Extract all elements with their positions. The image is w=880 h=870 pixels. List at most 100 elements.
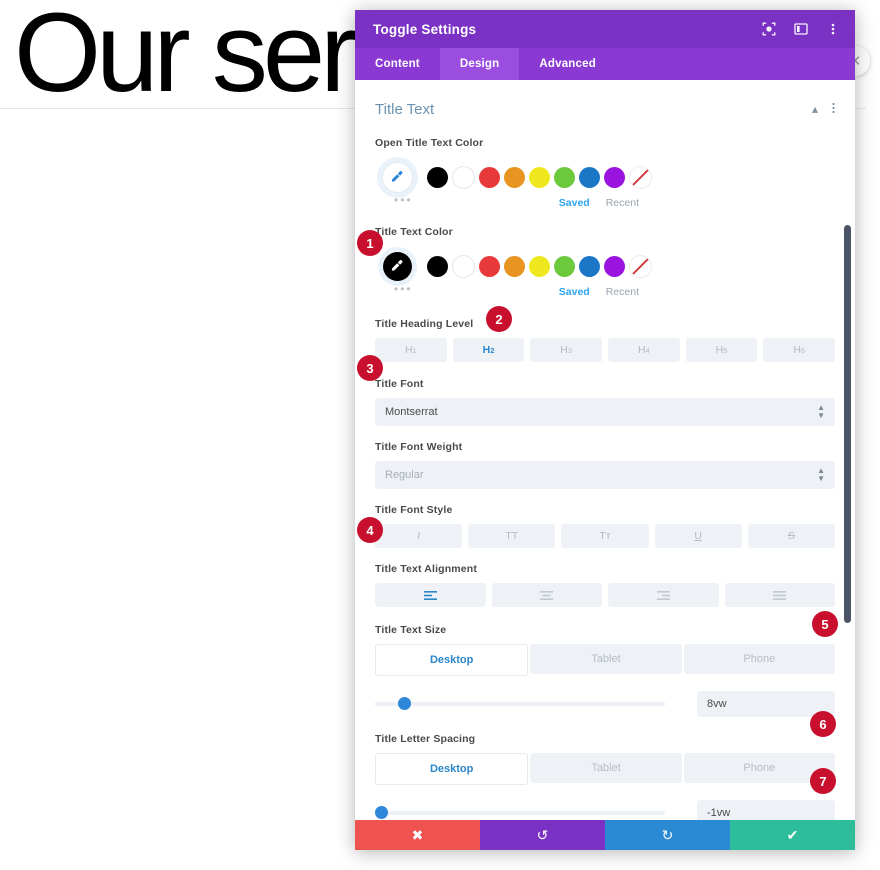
swatch-green[interactable] [554,166,575,188]
ellipsis-icon[interactable]: ••• [394,283,413,295]
saved-link[interactable]: Saved [559,197,590,209]
h3-label: H [560,344,568,356]
undo-button[interactable]: ↺ [480,820,605,850]
swatch-yellow[interactable] [529,255,550,277]
h2-sub: 2 [490,345,495,355]
vertical-scrollbar[interactable] [844,80,851,820]
recent-link[interactable]: Recent [606,197,639,209]
device-tab-desktop[interactable]: Desktop [375,753,529,785]
chevron-up-icon[interactable]: ▴ [812,102,818,116]
settings-scroll-area: Title Text ▴ Open Title Text Color ••• S… [355,80,855,820]
field-title-font: Title Font Montserrat ▲ ▼ [375,378,835,426]
ellipsis-icon[interactable]: ••• [394,194,413,206]
tab-advanced[interactable]: Advanced [519,48,616,80]
heading-level-h6[interactable]: H6 [763,338,836,362]
align-right-button[interactable] [608,583,719,607]
title-font-weight-select[interactable]: Regular ▲ ▼ [375,461,835,489]
swatch-purple[interactable] [604,255,625,277]
eyedropper-button[interactable] [375,157,419,197]
strikethrough-button[interactable]: S [747,524,836,548]
scrollbar-thumb[interactable] [844,225,851,623]
device-tab-tablet[interactable]: Tablet [530,644,682,674]
section-title-text: Title Text ▴ [375,80,835,128]
align-center-button[interactable] [491,583,602,607]
swatch-red[interactable] [479,255,500,277]
h1-label: H [404,344,413,356]
field-label: Title Letter Spacing [375,733,476,745]
swatch-orange[interactable] [504,255,525,277]
swatch-none[interactable] [629,254,652,278]
heading-level-h2[interactable]: H2 [452,338,525,362]
swatch-red[interactable] [479,166,500,188]
heading-level-h4[interactable]: H4 [608,338,680,362]
italic-button[interactable]: I [375,524,463,548]
field-label: Title Text Alignment [375,563,477,575]
swatch-green[interactable] [554,255,575,277]
tab-design[interactable]: Design [439,48,520,80]
field-title-font-style: Title Font Style I TT Tᴛ U S [375,504,836,548]
h1-sub: 1 [412,345,417,355]
device-tab-phone[interactable]: Phone [683,644,835,674]
heading-level-h3[interactable]: H3 [530,338,603,362]
h4-label: H [637,344,646,356]
save-button[interactable]: ✔ [730,820,855,850]
swatch-purple[interactable] [604,166,625,188]
swatch-none[interactable] [629,165,652,189]
kebab-menu-icon[interactable] [832,102,835,117]
recent-link[interactable]: Recent [606,286,639,298]
field-title-text-alignment: Title Text Alignment [375,563,835,607]
underline-button[interactable]: U [654,524,742,548]
saved-link[interactable]: Saved [559,286,590,298]
eyedropper-button[interactable] [375,246,419,286]
swatch-orange[interactable] [504,166,525,188]
swatch-white[interactable] [452,254,475,278]
font-style-group: I TT Tᴛ U S [375,524,836,548]
modal-title: Toggle Settings [373,21,477,37]
field-label: Title Font Style [375,504,453,516]
uppercase-button[interactable]: TT [468,524,556,548]
color-meta-row: Saved Recent [375,194,835,212]
kebab-menu-icon[interactable] [825,21,841,37]
letter-spacing-slider[interactable] [375,804,665,820]
device-tab-desktop[interactable]: Desktop [375,644,529,676]
title-font-value: Montserrat [385,406,438,418]
h6-label: H [793,344,801,356]
focus-target-icon[interactable] [761,21,777,37]
annotation-badge-1: 1 [357,230,383,256]
capitalize-button[interactable]: Tᴛ [561,524,649,548]
slider-knob[interactable] [375,806,388,819]
color-meta-row: Saved Recent [375,283,835,301]
align-justify-button[interactable] [724,583,835,607]
color-swatch-row [375,246,835,286]
swatch-blue[interactable] [579,255,600,277]
field-open-title-text-color: Open Title Text Color ••• Saved Recent [375,137,835,212]
panel-layout-icon[interactable] [793,21,809,37]
modal-body: Title Text ▴ Open Title Text Color ••• S… [355,80,855,820]
redo-button[interactable]: ↻ [605,820,730,850]
swatch-white[interactable] [452,165,475,189]
field-title-heading-level: Title Heading Level H1 H2 H3 H4 H5 H6 [375,318,836,362]
field-label: Title Heading Level [375,318,474,330]
swatch-black[interactable] [427,166,448,188]
modal-footer: ✖ ↺ ↻ ✔ [355,820,855,850]
heading-level-h5[interactable]: H5 [685,338,758,362]
align-left-button[interactable] [375,583,486,607]
device-tab-tablet[interactable]: Tablet [530,753,682,783]
tab-content[interactable]: Content [355,48,440,80]
slider-knob[interactable] [398,697,412,710]
cancel-button[interactable]: ✖ [355,820,480,850]
title-font-select[interactable]: Montserrat ▲ ▼ [375,398,835,426]
letter-spacing-input[interactable]: -1vw [697,800,835,820]
swatch-blue[interactable] [579,166,600,188]
heading-level-h1[interactable]: H1 [375,338,447,362]
swatch-black[interactable] [427,255,448,277]
text-size-slider[interactable] [375,695,665,713]
swatch-yellow[interactable] [529,166,550,188]
field-title-text-color: Title Text Color ••• Saved Recent [375,226,835,301]
h4-sub: 4 [645,345,650,355]
field-title-text-size: Title Text Size Desktop Tablet Phone 8vw [375,624,835,717]
h5-label: H [715,344,724,356]
h2-label: H [482,344,491,356]
slider-track [375,702,665,706]
field-label: Title Font Weight [375,441,463,453]
